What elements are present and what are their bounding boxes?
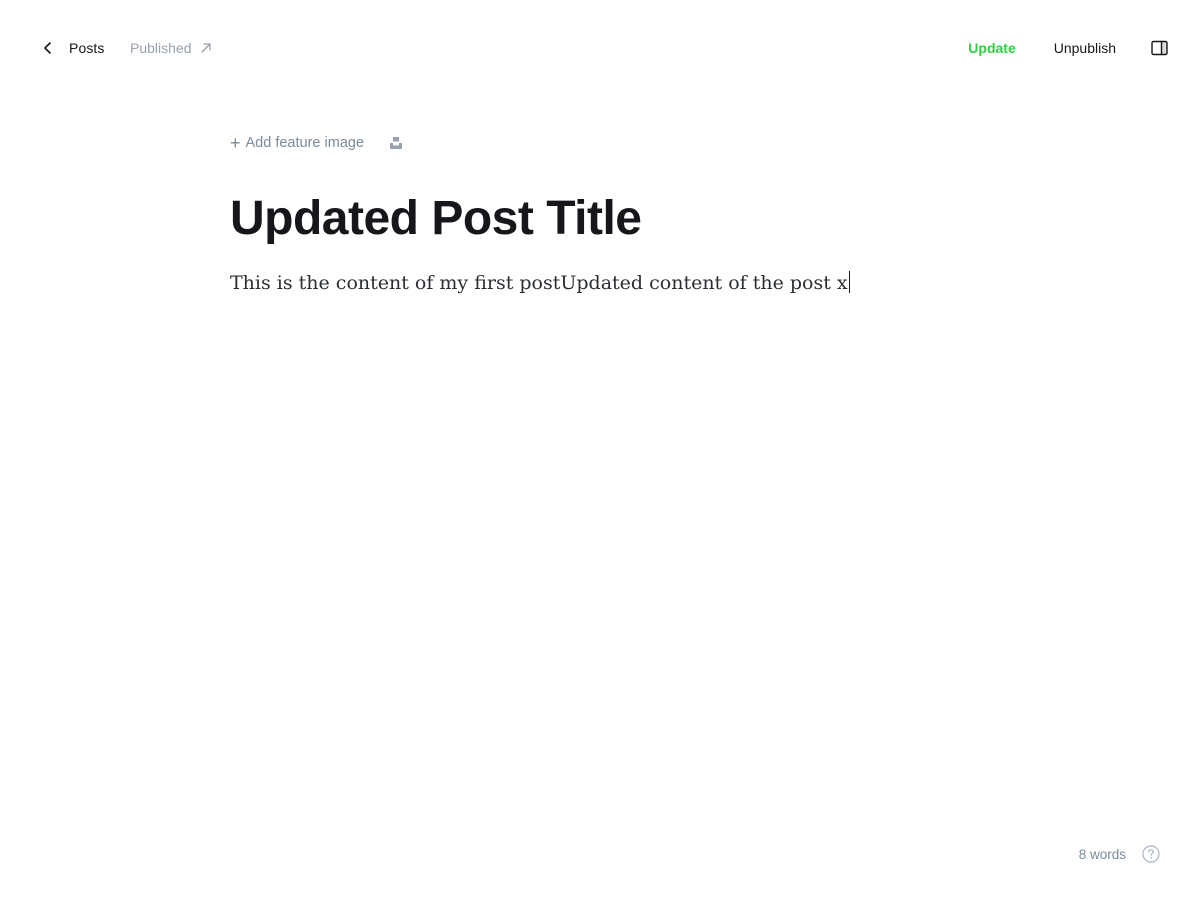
- unpublish-button[interactable]: Unpublish: [1054, 40, 1116, 56]
- word-count: 8 words: [1078, 846, 1126, 862]
- editor-footer: 8 words: [1079, 844, 1160, 864]
- sidebar-toggle-button[interactable]: [1150, 39, 1168, 57]
- sidebar-toggle-icon: [1150, 40, 1168, 56]
- plus-icon: +: [230, 133, 241, 153]
- arrow-up-right-icon: [200, 43, 211, 53]
- add-feature-image-label: Add feature image: [245, 135, 365, 151]
- add-feature-image-button[interactable]: + Add feature image: [230, 134, 364, 152]
- post-title[interactable]: Updated Post Title: [230, 190, 970, 248]
- back-label: Posts: [69, 40, 105, 56]
- post-body-editor[interactable]: This is the content of my first postUpda…: [230, 268, 970, 298]
- editor-header: Posts Published Update Unpublish: [0, 0, 1200, 94]
- post-body-text: This is the content of my first postUpda…: [230, 272, 848, 294]
- question-circle-icon[interactable]: [1142, 845, 1160, 863]
- status-label: Published: [130, 40, 192, 56]
- published-status-link[interactable]: Published: [130, 36, 212, 60]
- chevron-left-icon: [44, 42, 51, 54]
- back-to-posts-link[interactable]: Posts: [40, 36, 105, 60]
- header-actions: Update Unpublish: [968, 36, 1168, 60]
- text-cursor: [848, 271, 850, 293]
- update-button[interactable]: Update: [968, 40, 1015, 56]
- post-editor: + Add feature image Updated Post Title T…: [230, 128, 970, 298]
- feature-image-row: + Add feature image: [230, 128, 970, 158]
- unsplash-icon[interactable]: [388, 135, 404, 151]
